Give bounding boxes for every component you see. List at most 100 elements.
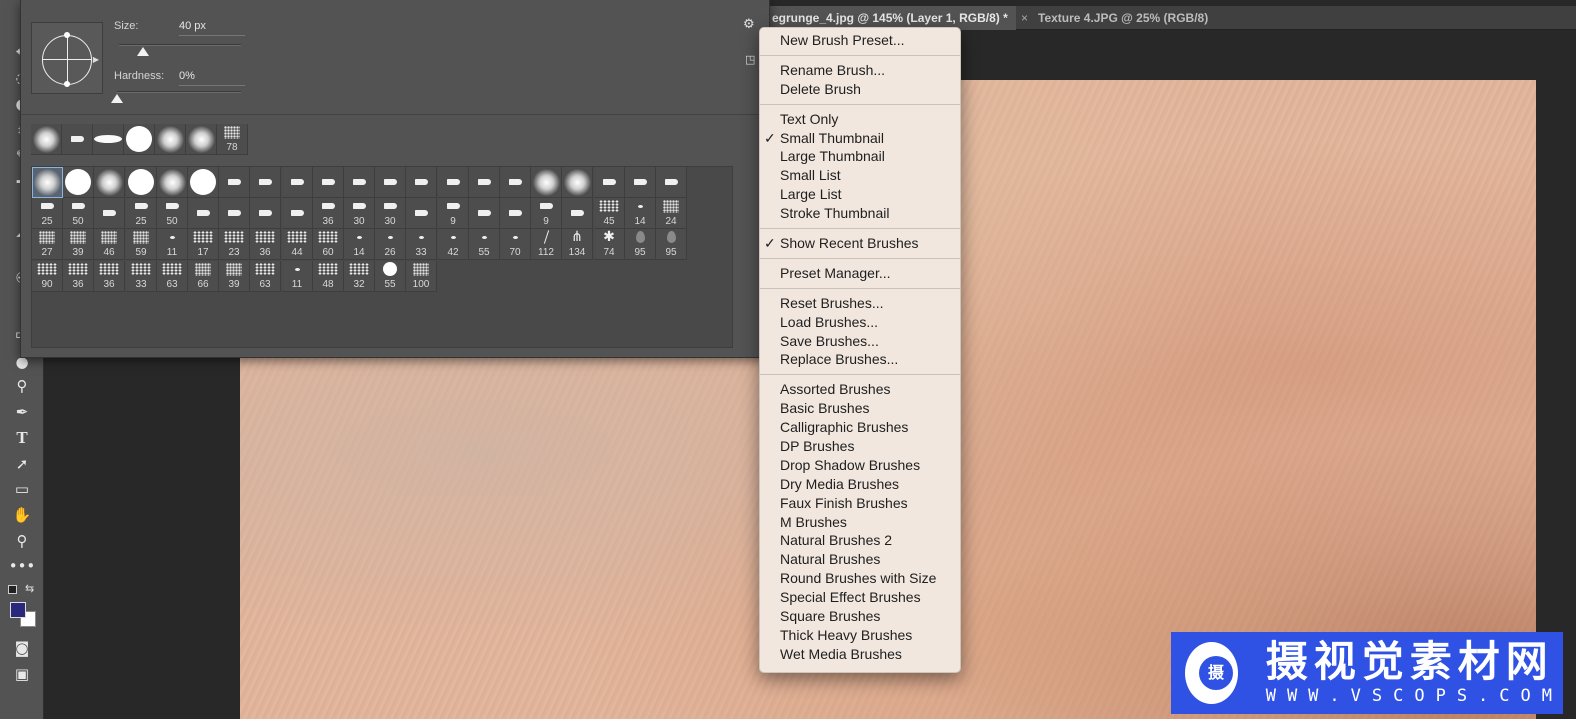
hardness-slider-thumb[interactable] [111, 94, 123, 103]
brush-preset-thumbnail[interactable]: 90 [32, 261, 63, 292]
brush-preset-thumbnail[interactable]: 95 [625, 229, 656, 260]
menu-item-rename-brush[interactable]: Rename Brush... [760, 61, 960, 80]
default-colors-icon[interactable] [8, 585, 17, 594]
recent-brush-thumbnail[interactable] [155, 124, 186, 155]
brush-preset-thumbnail[interactable] [282, 198, 313, 229]
brush-preset-thumbnail[interactable]: 26 [375, 229, 406, 260]
menu-item-calligraphic-brushes[interactable]: Calligraphic Brushes [760, 418, 960, 437]
brush-preset-thumbnail[interactable]: 25 [32, 198, 63, 229]
brush-preset-thumbnail[interactable]: 9 [531, 198, 562, 229]
brush-preset-thumbnail[interactable]: 25 [126, 198, 157, 229]
brush-preset-thumbnail[interactable] [406, 167, 437, 198]
brush-preset-thumbnail[interactable]: 36 [250, 229, 281, 260]
brush-preset-thumbnail[interactable]: 9 [438, 198, 469, 229]
menu-item-basic-brushes[interactable]: Basic Brushes [760, 399, 960, 418]
brush-preset-thumbnail[interactable] [438, 167, 469, 198]
brush-preset-thumbnail[interactable]: 45 [594, 198, 625, 229]
brush-preset-thumbnail[interactable] [250, 198, 281, 229]
rectangle-tool-icon[interactable]: ▭ [9, 477, 35, 501]
brush-preset-thumbnail[interactable] [406, 198, 437, 229]
menu-item-natural-brushes[interactable]: Natural Brushes [760, 550, 960, 569]
brush-preset-thumbnail[interactable] [219, 167, 250, 198]
brush-preset-thumbnail[interactable]: 23 [219, 229, 250, 260]
brush-preset-thumbnail[interactable]: 33 [126, 261, 157, 292]
dodge-tool-icon[interactable]: ⚲ [9, 374, 35, 398]
new-preset-icon[interactable]: ◳ [745, 53, 755, 66]
menu-item-square-brushes[interactable]: Square Brushes [760, 607, 960, 626]
menu-item-preset-manager[interactable]: Preset Manager... [760, 264, 960, 283]
brush-preset-thumbnail[interactable]: 100 [406, 261, 437, 292]
brush-preset-thumbnail[interactable]: 46 [94, 229, 125, 260]
brush-preset-thumbnail[interactable] [562, 198, 593, 229]
brush-preset-thumbnail[interactable]: 42 [438, 229, 469, 260]
path-select-tool-icon[interactable]: ➚ [9, 452, 35, 476]
close-tab-icon[interactable]: × [1021, 6, 1028, 30]
brush-preset-thumbnail[interactable] [469, 198, 500, 229]
brush-preset-thumbnail[interactable]: 44 [282, 229, 313, 260]
brush-preset-thumbnail[interactable]: 30 [375, 198, 406, 229]
hardness-field[interactable]: 0% [179, 70, 245, 86]
brush-preset-thumbnail[interactable] [500, 167, 531, 198]
menu-item-small-thumbnail[interactable]: ✓ Small Thumbnail [760, 129, 960, 148]
size-field[interactable]: 40 px [179, 20, 245, 36]
brush-preset-thumbnail[interactable]: 59 [126, 229, 157, 260]
menu-item-dry-media-brushes[interactable]: Dry Media Brushes [760, 475, 960, 494]
menu-item-delete-brush[interactable]: Delete Brush [760, 80, 960, 99]
brush-preset-thumbnail[interactable] [63, 167, 94, 198]
brush-preset-thumbnail[interactable]: 70 [500, 229, 531, 260]
foreground-color-swatch[interactable] [10, 602, 26, 618]
brush-preset-thumbnail[interactable] [219, 198, 250, 229]
menu-item-small-list[interactable]: Small List [760, 166, 960, 185]
brush-preset-thumbnail[interactable]: 27 [32, 229, 63, 260]
brush-preset-thumbnail[interactable] [282, 167, 313, 198]
brush-preset-thumbnail[interactable] [188, 167, 219, 198]
brush-preset-thumbnail[interactable]: 63 [157, 261, 188, 292]
brush-preset-thumbnail[interactable] [94, 167, 125, 198]
brush-preset-thumbnail[interactable] [531, 167, 562, 198]
menu-item-large-list[interactable]: Large List [760, 185, 960, 204]
brush-preset-thumbnail[interactable]: ⋔ 134 [562, 229, 593, 260]
recent-brush-thumbnail[interactable] [62, 124, 93, 155]
brush-preset-thumbnail[interactable]: 39 [63, 229, 94, 260]
gear-icon[interactable]: ⚙ [743, 17, 755, 32]
recent-brush-thumbnail[interactable] [124, 124, 155, 155]
brush-preset-thumbnail[interactable] [562, 167, 593, 198]
brush-preset-thumbnail[interactable]: 36 [63, 261, 94, 292]
angle-handle-bottom[interactable] [64, 81, 70, 87]
menu-item-reset-brushes[interactable]: Reset Brushes... [760, 294, 960, 313]
menu-item-new-brush-preset[interactable]: New Brush Preset... [760, 31, 960, 50]
brush-preset-thumbnail[interactable]: 30 [344, 198, 375, 229]
brush-preset-thumbnail[interactable]: 63 [250, 261, 281, 292]
menu-item-special-effect-brushes[interactable]: Special Effect Brushes [760, 588, 960, 607]
brush-preset-thumbnail[interactable] [469, 167, 500, 198]
brush-preset-thumbnail[interactable]: 55 [469, 229, 500, 260]
brush-preset-thumbnail[interactable]: 60 [313, 229, 344, 260]
screen-mode-icon[interactable]: ▣ [9, 662, 35, 686]
brush-preset-thumbnail[interactable]: 39 [219, 261, 250, 292]
recent-brush-thumbnail[interactable] [93, 124, 124, 155]
quick-mask-icon[interactable]: ◙ [9, 636, 35, 660]
brush-preset-thumbnail[interactable] [32, 167, 63, 198]
brush-preset-thumbnail[interactable] [344, 167, 375, 198]
brush-preset-thumbnail[interactable] [594, 167, 625, 198]
menu-item-save-brushes[interactable]: Save Brushes... [760, 332, 960, 351]
menu-item-drop-shadow-brushes[interactable]: Drop Shadow Brushes [760, 456, 960, 475]
angle-handle-top[interactable] [64, 32, 70, 38]
menu-item-replace-brushes[interactable]: Replace Brushes... [760, 350, 960, 369]
brush-preset-thumbnail[interactable]: 36 [313, 198, 344, 229]
type-tool-icon[interactable]: T [9, 426, 35, 450]
menu-item-faux-finish-brushes[interactable]: Faux Finish Brushes [760, 494, 960, 513]
brush-preset-thumbnail[interactable] [250, 167, 281, 198]
brush-preset-thumbnail[interactable] [313, 167, 344, 198]
recent-brush-thumbnail[interactable] [186, 124, 217, 155]
size-slider-thumb[interactable] [137, 47, 150, 56]
brush-preset-thumbnail[interactable] [500, 198, 531, 229]
menu-item-m-brushes[interactable]: M Brushes [760, 513, 960, 532]
brush-preset-thumbnail[interactable]: 36 [94, 261, 125, 292]
brush-preset-thumbnail[interactable] [157, 167, 188, 198]
more-tools-icon[interactable]: ••• [9, 554, 36, 578]
brush-preset-thumbnail[interactable]: 11 [157, 229, 188, 260]
brush-preset-thumbnail[interactable]: 17 [188, 229, 219, 260]
menu-item-show-recent-brushes[interactable]: ✓ Show Recent Brushes [760, 234, 960, 253]
brush-angle-preview[interactable]: ▶ [31, 22, 103, 94]
